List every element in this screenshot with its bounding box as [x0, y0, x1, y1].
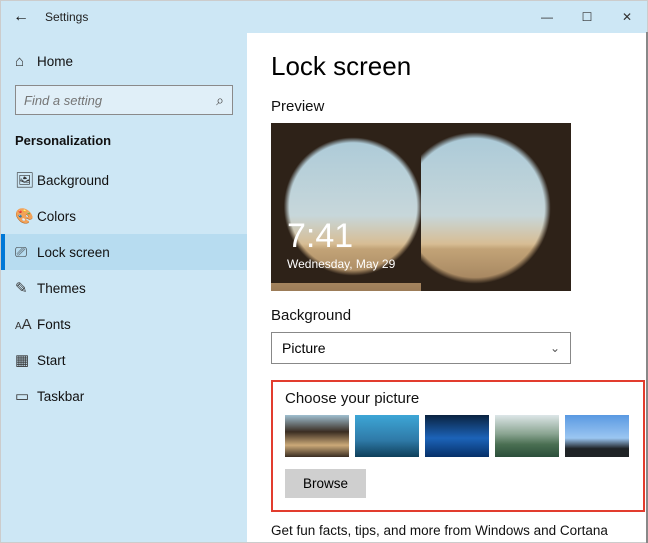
- sidebar-item-label: Start: [37, 353, 66, 368]
- sidebar-item-taskbar[interactable]: ▭ Taskbar: [1, 378, 247, 414]
- picture-thumb-2[interactable]: [355, 415, 419, 457]
- sidebar-item-label: Fonts: [37, 317, 71, 332]
- sidebar-item-label: Lock screen: [37, 245, 110, 260]
- lock-screen-preview: 7:41 Wednesday, May 29: [271, 123, 571, 291]
- sidebar-item-lock-screen[interactable]: ⎚ Lock screen: [1, 234, 247, 270]
- sidebar-item-start[interactable]: ▦ Start: [1, 342, 247, 378]
- back-button[interactable]: ←: [1, 8, 41, 26]
- sidebar-item-label: Background: [37, 173, 109, 188]
- sidebar: ⌂ Home ⌕ Personalization 🖼 Background 🎨 …: [1, 33, 247, 542]
- choose-picture-section: Choose your picture Browse: [271, 380, 645, 512]
- sidebar-item-label: Taskbar: [37, 389, 84, 404]
- themes-icon: ✎: [15, 279, 37, 297]
- background-dropdown[interactable]: Picture ⌄: [271, 332, 571, 364]
- lock-screen-icon: ⎚: [15, 244, 37, 261]
- home-icon: ⌂: [15, 53, 37, 70]
- minimize-button[interactable]: —: [527, 1, 567, 33]
- sidebar-home-label: Home: [37, 54, 73, 69]
- palette-icon: 🎨: [15, 207, 37, 225]
- search-input-container[interactable]: ⌕: [15, 85, 233, 115]
- sidebar-item-fonts[interactable]: AA Fonts: [1, 306, 247, 342]
- sidebar-home[interactable]: ⌂ Home: [1, 43, 247, 79]
- background-value: Picture: [282, 340, 326, 356]
- sidebar-item-label: Themes: [37, 281, 86, 296]
- browse-button[interactable]: Browse: [285, 469, 366, 498]
- background-label: Background: [271, 307, 623, 324]
- picture-icon: 🖼: [15, 171, 37, 189]
- fonts-icon: AA: [15, 316, 37, 333]
- picture-thumb-3[interactable]: [425, 415, 489, 457]
- start-icon: ▦: [15, 351, 37, 369]
- choose-picture-label: Choose your picture: [285, 390, 631, 407]
- footer-text: Get fun facts, tips, and more from Windo…: [271, 522, 623, 542]
- content: Lock screen Preview 7:41 Wednesday, May …: [247, 33, 647, 542]
- taskbar-icon: ▭: [15, 387, 37, 405]
- picture-thumb-5[interactable]: [565, 415, 629, 457]
- preview-clock: 7:41 Wednesday, May 29: [287, 219, 395, 271]
- search-icon: ⌕: [216, 92, 224, 109]
- chevron-down-icon: ⌄: [550, 341, 560, 355]
- sidebar-item-themes[interactable]: ✎ Themes: [1, 270, 247, 306]
- maximize-button[interactable]: ☐: [567, 1, 607, 33]
- window-title: Settings: [41, 10, 88, 24]
- preview-date: Wednesday, May 29: [287, 257, 395, 271]
- sidebar-item-colors[interactable]: 🎨 Colors: [1, 198, 247, 234]
- close-button[interactable]: ✕: [607, 1, 647, 33]
- page-title: Lock screen: [271, 51, 623, 82]
- picture-thumb-4[interactable]: [495, 415, 559, 457]
- sidebar-section: Personalization: [1, 127, 247, 162]
- picture-thumbnails: [285, 415, 631, 457]
- picture-thumb-1[interactable]: [285, 415, 349, 457]
- search-input[interactable]: [24, 93, 216, 108]
- preview-time: 7:41: [287, 219, 395, 253]
- sidebar-item-label: Colors: [37, 209, 76, 224]
- sidebar-item-background[interactable]: 🖼 Background: [1, 162, 247, 198]
- titlebar: ← Settings — ☐ ✕: [1, 1, 647, 33]
- preview-label: Preview: [271, 98, 623, 115]
